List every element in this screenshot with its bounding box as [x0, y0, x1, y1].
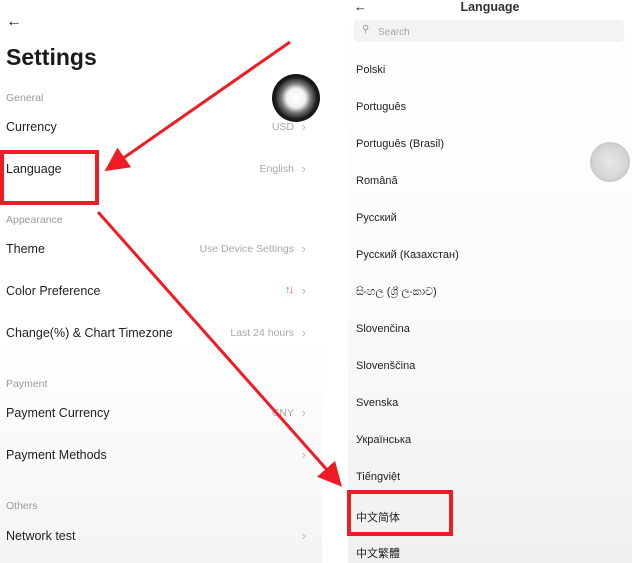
language-label: Português (Brasil)	[356, 138, 445, 150]
language-label: 中文简体	[356, 512, 400, 524]
chevron-right-icon: ›	[301, 241, 306, 256]
settings-row-chart-timezone[interactable]: Change(%) & Chart Timezone Last 24 hours…	[0, 318, 312, 350]
chevron-right-icon: ›	[301, 405, 306, 420]
language-item-slovenscina[interactable]: Slovenščina	[348, 352, 632, 382]
language-item-chinese-traditional[interactable]: 中文繁體	[348, 537, 632, 563]
section-label-appearance: Appearance	[6, 214, 63, 226]
language-label: Русский	[356, 212, 397, 224]
section-label-others: Others	[6, 500, 38, 512]
language-item-ukrainian[interactable]: Українська	[348, 426, 632, 456]
language-label: Українська	[356, 434, 412, 446]
settings-row-network-test[interactable]: Network test ›	[0, 521, 312, 553]
settings-row-theme[interactable]: Theme Use Device Settings ›	[0, 234, 312, 266]
language-label: Русский (Казахстан)	[356, 249, 459, 261]
language-item-vietnamese[interactable]: Tiếngviệt	[348, 463, 632, 493]
row-value: Use Device Settings	[199, 243, 294, 255]
row-value: English	[259, 163, 294, 175]
language-label: Slovenčina	[356, 323, 410, 335]
language-item-romana[interactable]: Română	[348, 167, 632, 197]
up-down-arrows-icon: ↑↓	[285, 284, 294, 296]
language-label: සිංහල (ශ්‍රී ලංකාව)	[356, 286, 437, 298]
language-label: Polski	[356, 64, 386, 76]
nav-title: Language	[460, 0, 520, 14]
row-label: Network test	[6, 529, 76, 543]
row-label: Language	[6, 162, 62, 176]
language-item-slovencina[interactable]: Slovenčina	[348, 315, 632, 345]
search-icon: ⚲	[362, 24, 370, 35]
row-label: Color Preference	[6, 284, 101, 298]
section-label-payment: Payment	[6, 378, 48, 390]
language-label: 中文繁體	[356, 548, 400, 560]
row-label: Currency	[6, 120, 57, 134]
search-input[interactable]	[376, 22, 620, 42]
floating-assistive-touch-button[interactable]	[272, 74, 320, 122]
chevron-right-icon: ›	[301, 119, 306, 134]
row-value: Last 24 hours	[230, 327, 294, 339]
settings-row-currency[interactable]: Currency USD ›	[0, 112, 312, 144]
language-screen: ← Language ⚲ Polski Português Português …	[348, 0, 632, 563]
page-title: Settings	[6, 44, 97, 70]
row-value: CNY	[271, 407, 294, 419]
language-item-svenska[interactable]: Svenska	[348, 389, 632, 419]
back-arrow-icon[interactable]: ←	[6, 14, 22, 30]
section-label-general: General	[6, 92, 44, 104]
language-label: Română	[356, 175, 398, 187]
settings-row-color-preference[interactable]: Color Preference ↑↓ ›	[0, 276, 312, 308]
row-label: Theme	[6, 242, 45, 256]
row-label: Payment Methods	[6, 448, 107, 462]
language-item-portugues-brasil[interactable]: Português (Brasil)	[348, 130, 632, 160]
settings-screen: ← Settings General Currency USD › Langua…	[0, 0, 322, 563]
chevron-right-icon: ›	[301, 161, 306, 176]
settings-row-payment-currency[interactable]: Payment Currency CNY ›	[0, 398, 312, 430]
chevron-right-icon: ›	[301, 447, 306, 462]
language-item-portugues[interactable]: Português	[348, 93, 632, 123]
language-item-polski[interactable]: Polski	[348, 56, 632, 86]
language-label: Svenska	[356, 397, 399, 409]
search-box[interactable]: ⚲	[354, 20, 624, 42]
language-label: Slovenščina	[356, 360, 416, 372]
row-value: USD	[271, 121, 294, 133]
settings-row-payment-methods[interactable]: Payment Methods ›	[0, 440, 312, 472]
chevron-right-icon: ›	[301, 283, 306, 298]
language-item-russian[interactable]: Русский	[348, 204, 632, 234]
row-label: Change(%) & Chart Timezone	[6, 326, 173, 340]
language-label: Tiếngviệt	[356, 471, 401, 483]
chevron-right-icon: ›	[301, 528, 306, 543]
screen-divider	[322, 0, 348, 563]
settings-row-language[interactable]: Language English ›	[0, 154, 312, 186]
row-label: Payment Currency	[6, 406, 110, 420]
language-item-sinhala[interactable]: සිංහල (ශ්‍රී ලංකාව)	[348, 278, 632, 308]
language-label: Português	[356, 101, 407, 113]
chevron-right-icon: ›	[301, 325, 306, 340]
floating-assistive-touch-button[interactable]	[590, 142, 630, 182]
language-item-chinese-simplified[interactable]: 中文简体	[348, 501, 632, 531]
language-item-russian-kazakhstan[interactable]: Русский (Казахстан)	[348, 241, 632, 271]
